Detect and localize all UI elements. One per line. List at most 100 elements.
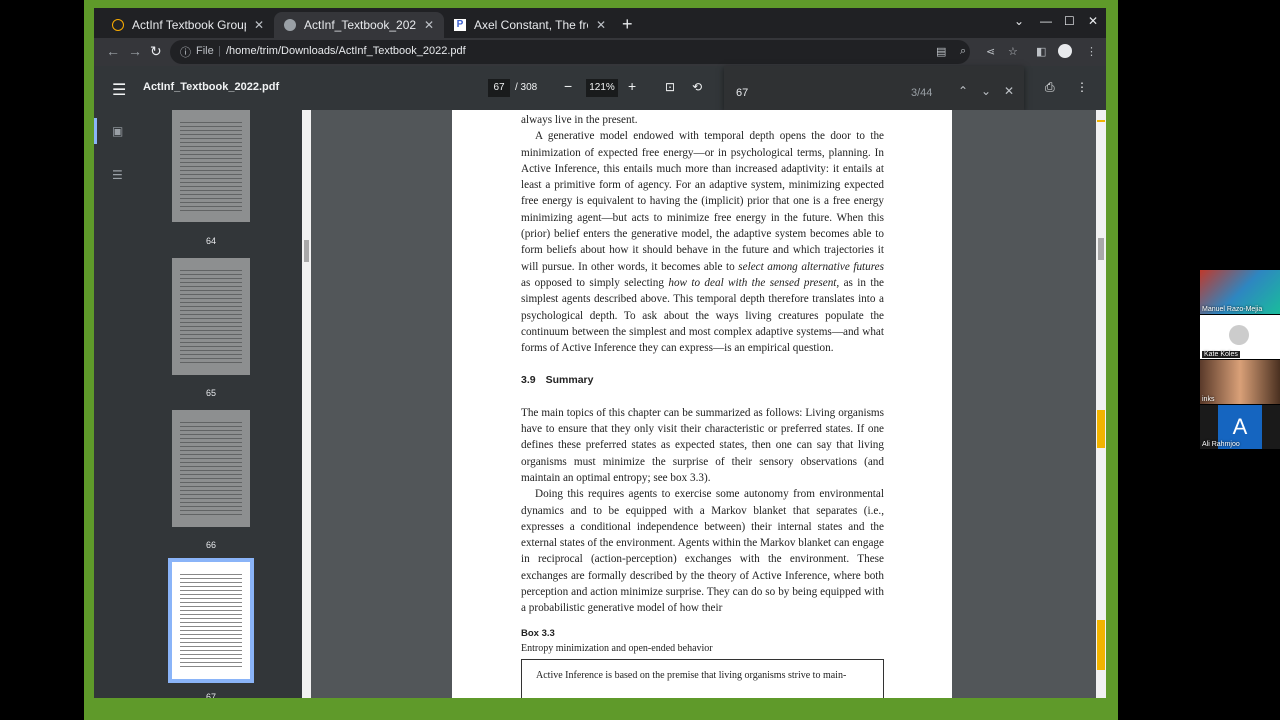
page-thumbnail[interactable]	[172, 110, 250, 222]
page-number-input[interactable]: 67	[488, 79, 510, 97]
thumbnail-text-line	[180, 202, 242, 203]
search-match-marker	[1097, 620, 1105, 670]
thumbnail-text-line	[180, 482, 242, 483]
fit-page-icon[interactable]: ⊡	[665, 80, 675, 94]
thumbnail-text-line	[180, 126, 242, 127]
thumbnail-text-line	[180, 182, 242, 183]
thumbnail-text-line	[180, 310, 242, 311]
thumbnail-page-number: 66	[205, 540, 216, 550]
page-thumbnail-current[interactable]	[168, 558, 254, 683]
participant-tile[interactable]: inks	[1200, 360, 1280, 404]
tab-label: Axel Constant, The free	[474, 18, 588, 32]
chevron-down-icon[interactable]: ⌄	[981, 84, 991, 98]
thumbnail-text-line	[180, 582, 242, 583]
close-icon[interactable]: ✕	[424, 18, 434, 32]
thumbnail-text-line	[180, 622, 242, 623]
browser-toolbar: ← → ↻ ⓘ File | /home/trim/Downloads/ActI…	[94, 38, 1106, 66]
pdf-icon[interactable]: ▤	[936, 45, 946, 58]
close-icon[interactable]: ✕	[596, 18, 606, 32]
thumbnail-text-line	[180, 194, 242, 195]
chevron-up-icon[interactable]: ⌃	[958, 84, 968, 98]
side-panel-icon[interactable]: ◧	[1036, 45, 1046, 58]
thumbnail-text-line	[180, 646, 242, 647]
thumbnail-text-line	[180, 618, 242, 619]
back-icon[interactable]: ←	[106, 43, 120, 59]
thumbnail-text-line	[180, 302, 242, 303]
thumbnail-text-line	[180, 162, 242, 163]
page-thumbnail[interactable]	[172, 410, 250, 527]
thumbnail-text-line	[180, 130, 242, 131]
hamburger-menu-icon[interactable]: ☰	[112, 80, 126, 100]
tab-axel-constant[interactable]: P Axel Constant, The free ✕	[444, 12, 616, 38]
zoom-level-input[interactable]: 121%	[586, 79, 618, 97]
tab-textbook-pdf[interactable]: ActInf_Textbook_2022.p ✕	[274, 12, 444, 38]
thumbnail-text-line	[180, 502, 242, 503]
zoom-out-button[interactable]: −	[564, 78, 572, 94]
minimize-icon[interactable]: —	[1040, 14, 1052, 28]
tab-search-icon[interactable]: ⌄	[1014, 14, 1024, 28]
print-icon[interactable]: ⎙	[1045, 80, 1055, 95]
thumbnail-text-line	[180, 290, 242, 291]
document-scrollbar[interactable]	[1096, 110, 1106, 698]
profile-avatar-icon[interactable]	[1058, 44, 1072, 58]
paragraph: Doing this requires agents to exercise s…	[521, 488, 884, 615]
pdf-viewer[interactable]: always live in the present. A generative…	[311, 110, 1096, 698]
thumbnail-text-line	[180, 134, 242, 135]
active-indicator	[94, 118, 97, 144]
zoom-icon[interactable]: ⌕	[960, 45, 966, 58]
thumbnail-page-number: 64	[205, 236, 216, 246]
thumbnail-text-line	[180, 338, 242, 339]
zoom-in-button[interactable]: +	[628, 78, 636, 94]
close-icon[interactable]: ✕	[1004, 84, 1014, 98]
maximize-icon[interactable]: ☐	[1064, 14, 1075, 28]
url-text[interactable]: /home/trim/Downloads/ActInf_Textbook_202…	[226, 45, 466, 57]
participant-tile[interactable]: Manuel Razo-Mejia	[1200, 270, 1280, 314]
close-window-icon[interactable]: ✕	[1088, 14, 1098, 28]
thumbnail-text-line	[180, 574, 242, 575]
find-match-count: 3/44	[911, 87, 933, 99]
forward-icon[interactable]: →	[128, 43, 142, 59]
close-icon[interactable]: ✕	[254, 18, 264, 32]
thumbnail-scrollbar[interactable]	[302, 110, 311, 698]
new-tab-button[interactable]: +	[622, 14, 633, 34]
tab-actinf-group[interactable]: ActInf Textbook Group ✕	[102, 12, 274, 38]
thumbnail-text-line	[180, 594, 242, 595]
thumbnail-text-line	[180, 198, 242, 199]
more-options-icon[interactable]: ⋮	[1076, 80, 1088, 94]
paragraph: always live in the present.	[521, 114, 638, 126]
separator: |	[218, 45, 221, 57]
find-input[interactable]: 67	[736, 87, 748, 99]
info-icon[interactable]: ⓘ	[180, 44, 191, 60]
page-thumbnail[interactable]	[172, 258, 250, 375]
outline-icon[interactable]: ☰	[112, 168, 123, 182]
participant-name: Ali Rahmjoo	[1202, 441, 1240, 448]
paragraph: The main topics of this chapter can be s…	[521, 406, 884, 484]
share-icon[interactable]: ⋖	[986, 45, 995, 58]
bookmark-star-icon[interactable]: ☆	[1008, 45, 1018, 58]
thumbnail-text-line	[180, 354, 242, 355]
thumbnail-text-line	[180, 158, 242, 159]
thumbnail-text-line	[180, 438, 242, 439]
thumbnail-text-line	[180, 466, 242, 467]
p-logo-icon: P	[454, 19, 466, 31]
thumbnails-icon[interactable]: ▣	[112, 124, 123, 138]
thumbnail-text-line	[180, 350, 242, 351]
menu-kebab-icon[interactable]: ⋮	[1086, 45, 1097, 58]
participant-tile[interactable]: A Ali Rahmjoo	[1200, 405, 1280, 449]
thumbnail-text-line	[180, 442, 242, 443]
thumbnail-text-line	[180, 318, 242, 319]
scroll-thumb[interactable]	[304, 240, 309, 262]
address-bar[interactable]: ⓘ File | /home/trim/Downloads/ActInf_Tex…	[170, 40, 970, 64]
thumbnail-text-line	[180, 166, 242, 167]
box-frame: Active Inference is based on the premise…	[521, 659, 884, 698]
thumbnail-text-line	[180, 282, 242, 283]
reload-icon[interactable]: ↻	[150, 43, 162, 60]
scroll-thumb[interactable]	[1098, 238, 1104, 260]
thumbnail-text-line	[180, 642, 242, 643]
thumbnail-text-line	[180, 178, 242, 179]
circle-icon	[112, 19, 124, 31]
thumbnail-text-line	[180, 346, 242, 347]
rotate-icon[interactable]: ⟲	[692, 80, 702, 94]
participant-tile[interactable]: Kate Koles	[1200, 315, 1280, 359]
thumbnail-text-line	[180, 270, 242, 271]
